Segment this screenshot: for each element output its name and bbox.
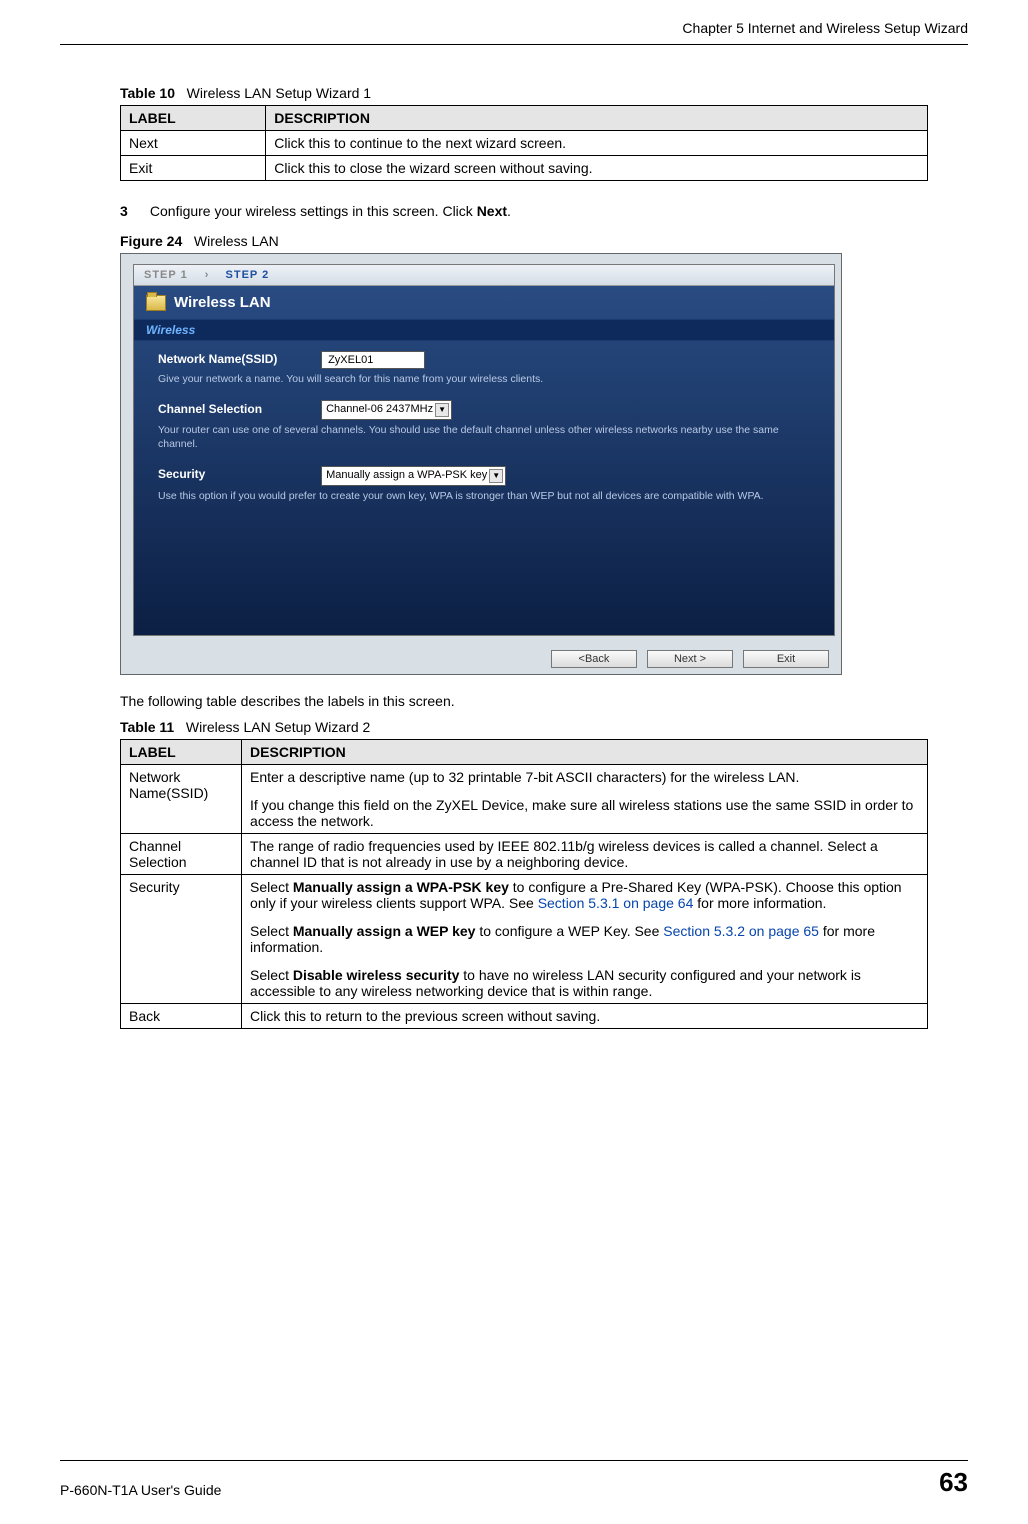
table-row: Exit Click this to close the wizard scre… (121, 156, 928, 181)
ssid-input[interactable]: ZyXEL01 (321, 351, 425, 369)
table-row: Security Select Manually assign a WPA-PS… (121, 875, 928, 1004)
back-button[interactable]: <Back (551, 650, 637, 668)
security-select[interactable]: Manually assign a WPA-PSK key (321, 466, 506, 486)
step-bold: Next (477, 203, 507, 219)
table-header-row: LABEL DESCRIPTION (121, 740, 928, 765)
step-text-b: . (507, 203, 511, 219)
footer-guide-name: P-660N-T1A User's Guide (60, 1482, 221, 1498)
table11-caption: Table 11 Wireless LAN Setup Wizard 2 (120, 719, 928, 735)
step-arrow-icon: › (205, 269, 209, 281)
wireless-lan-screenshot: STEP 1 › STEP 2 Wireless LAN Wireless Ne… (120, 253, 842, 675)
t11-r3-p1a: Select (250, 879, 293, 895)
table-row: Network Name(SSID) Enter a descriptive n… (121, 765, 928, 834)
wizard-button-bar: <Back Next > Exit (551, 650, 829, 668)
panel-title-row: Wireless LAN (134, 286, 834, 319)
security-hint: Use this option if you would prefer to c… (158, 489, 810, 503)
next-button[interactable]: Next > (647, 650, 733, 668)
ssid-hint: Give your network a name. You will searc… (158, 372, 810, 386)
table10-r1-desc: Click this to continue to the next wizar… (266, 131, 928, 156)
t11-r3-desc: Select Manually assign a WPA-PSK key to … (242, 875, 928, 1004)
t11-r3-p2b: Manually assign a WEP key (293, 923, 476, 939)
t11-r1-p2: If you change this field on the ZyXEL De… (250, 797, 919, 829)
wizard-step-bar: STEP 1 › STEP 2 (134, 265, 834, 286)
panel-body: Network Name(SSID) ZyXEL01 Give your net… (134, 341, 834, 527)
t11-r3-p2c: to configure a WEP Key. See (475, 923, 663, 939)
t11-r4-desc: Click this to return to the previous scr… (242, 1004, 928, 1029)
t11-r3-label: Security (121, 875, 242, 1004)
channel-hint: Your router can use one of several chann… (158, 423, 810, 451)
table10: LABEL DESCRIPTION Next Click this to con… (120, 105, 928, 181)
table11: LABEL DESCRIPTION Network Name(SSID) Ent… (120, 739, 928, 1029)
table10-r1-label: Next (121, 131, 266, 156)
chapter-header: Chapter 5 Internet and Wireless Setup Wi… (60, 20, 968, 36)
table10-r2-label: Exit (121, 156, 266, 181)
folder-icon (146, 295, 166, 311)
step-text-a: Configure your wireless settings in this… (150, 203, 477, 219)
step-3: 3 Configure your wireless settings in th… (120, 203, 928, 219)
figure24-caption-text: Wireless LAN (194, 233, 279, 249)
t11-r2-label: Channel Selection (121, 834, 242, 875)
step-number: 3 (120, 203, 146, 219)
table11-caption-text: Wireless LAN Setup Wizard 2 (186, 719, 370, 735)
panel-title: Wireless LAN (174, 294, 271, 311)
t11-r2-desc: The range of radio frequencies used by I… (242, 834, 928, 875)
t11-r3-p1b: Manually assign a WPA-PSK key (293, 879, 509, 895)
step1-label: STEP 1 (144, 269, 188, 281)
table-row: Next Click this to continue to the next … (121, 131, 928, 156)
table11-lead-in: The following table describes the labels… (120, 693, 928, 709)
link-section-5-3-2[interactable]: Section 5.3.2 on page 65 (663, 923, 819, 939)
step2-label: STEP 2 (226, 269, 270, 281)
section-wireless: Wireless (134, 319, 834, 341)
table10-caption-label: Table 10 (120, 85, 175, 101)
table10-r2-desc: Click this to close the wizard screen wi… (266, 156, 928, 181)
page-number: 63 (939, 1467, 968, 1498)
figure24-caption-label: Figure 24 (120, 233, 182, 249)
ssid-label: Network Name(SSID) (158, 352, 318, 366)
table11-caption-label: Table 11 (120, 719, 174, 735)
table10-col-label: LABEL (121, 106, 266, 131)
table-row: Channel Selection The range of radio fre… (121, 834, 928, 875)
exit-button[interactable]: Exit (743, 650, 829, 668)
figure24-caption: Figure 24 Wireless LAN (120, 233, 928, 249)
table11-col-label: LABEL (121, 740, 242, 765)
t11-r3-p2a: Select (250, 923, 293, 939)
table11-col-desc: DESCRIPTION (242, 740, 928, 765)
page-footer: P-660N-T1A User's Guide 63 (60, 1460, 968, 1498)
t11-r3-p1d: for more information. (693, 895, 826, 911)
table10-caption-text: Wireless LAN Setup Wizard 1 (187, 85, 371, 101)
table10-caption: Table 10 Wireless LAN Setup Wizard 1 (120, 85, 928, 101)
table-header-row: LABEL DESCRIPTION (121, 106, 928, 131)
link-section-5-3-1[interactable]: Section 5.3.1 on page 64 (538, 895, 694, 911)
table-row: Back Click this to return to the previou… (121, 1004, 928, 1029)
t11-r4-label: Back (121, 1004, 242, 1029)
security-label: Security (158, 467, 318, 481)
t11-r1-desc: Enter a descriptive name (up to 32 print… (242, 765, 928, 834)
table10-col-desc: DESCRIPTION (266, 106, 928, 131)
channel-label: Channel Selection (158, 402, 318, 416)
t11-r1-label: Network Name(SSID) (121, 765, 242, 834)
channel-select[interactable]: Channel-06 2437MHz (321, 400, 452, 420)
t11-r3-p3b: Disable wireless security (293, 967, 460, 983)
t11-r1-p1: Enter a descriptive name (up to 32 print… (250, 769, 919, 785)
t11-r3-p3a: Select (250, 967, 293, 983)
